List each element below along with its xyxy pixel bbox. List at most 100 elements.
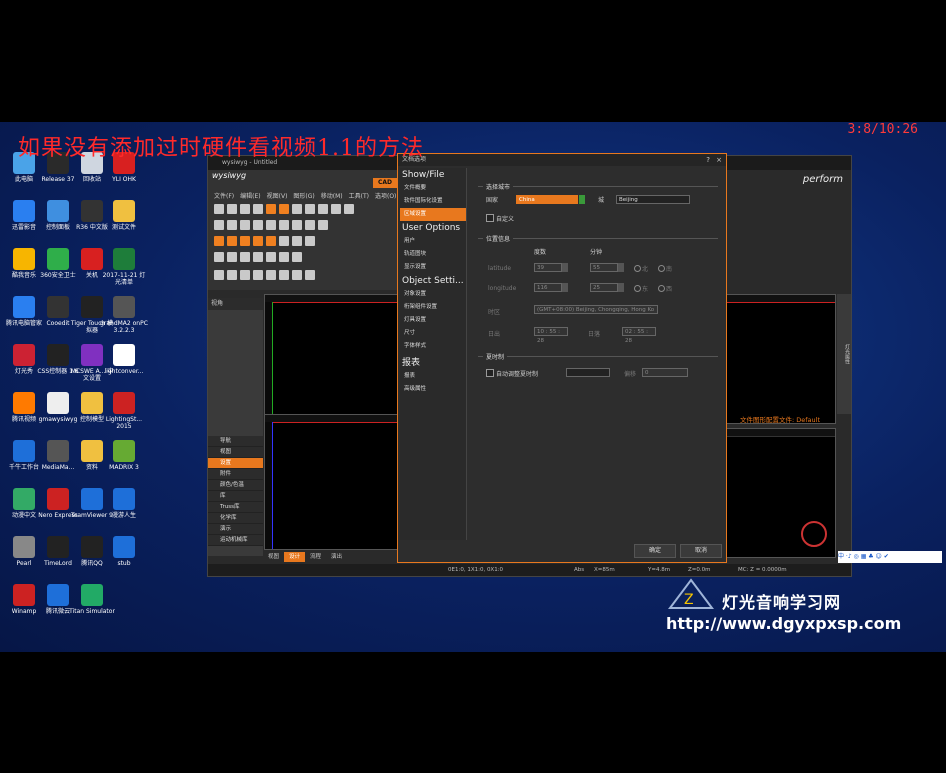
tree-item[interactable]: 高级属性	[400, 383, 466, 396]
view-icon[interactable]	[279, 236, 289, 246]
scale-icon[interactable]	[240, 220, 250, 230]
nav-item[interactable]: 视图	[208, 447, 263, 458]
tree-section[interactable]: User Options	[400, 221, 466, 235]
viewport-bottom-left[interactable]	[264, 414, 400, 550]
circle-icon[interactable]	[240, 270, 250, 280]
north-radio[interactable]	[634, 265, 641, 272]
zoom-icon[interactable]	[227, 252, 237, 262]
help-icon[interactable]: ?	[706, 154, 710, 166]
tree-item[interactable]: 桁架组件设置	[400, 301, 466, 314]
nav-item[interactable]: Truss库	[208, 502, 263, 513]
nav-item[interactable]: 运动机械库	[208, 535, 263, 546]
group-icon[interactable]	[279, 220, 289, 230]
menu-item[interactable]: 视图(V)	[267, 193, 288, 200]
desktop-shortcut[interactable]: Titan Simulator	[68, 584, 116, 615]
nav-item[interactable]: 导航	[208, 436, 263, 447]
tree-item[interactable]: 尺寸	[400, 327, 466, 340]
west-radio[interactable]	[658, 285, 665, 292]
bottom-tab[interactable]: 流程	[305, 552, 326, 562]
nav-item[interactable]: 颜色/色温	[208, 480, 263, 491]
south-radio[interactable]	[658, 265, 665, 272]
tree-section[interactable]: Object Setti...	[400, 274, 466, 288]
render-icon[interactable]	[292, 236, 302, 246]
nav-item[interactable]: 附件	[208, 469, 263, 480]
menu-item[interactable]: 选项(O)	[375, 193, 396, 200]
mirror-icon[interactable]	[253, 220, 263, 230]
tree-item[interactable]: 区域设置	[400, 208, 466, 221]
desktop-shortcut[interactable]: grandMA2 onPC 3.2.2.3	[100, 296, 148, 334]
truss-icon[interactable]	[279, 252, 289, 262]
rectangle-icon[interactable]	[253, 270, 263, 280]
erase-icon[interactable]	[305, 270, 315, 280]
longitude-minutes-input[interactable]: 25	[590, 283, 618, 292]
ok-button[interactable]: 确定	[634, 544, 676, 558]
cylinder-icon[interactable]	[240, 236, 250, 246]
dst-month-select[interactable]	[566, 368, 610, 377]
menu-item[interactable]: 工具(T)	[349, 193, 369, 200]
tree-item[interactable]: 用户	[400, 235, 466, 248]
text-icon[interactable]	[266, 270, 276, 280]
tree-item[interactable]: 灯具设置	[400, 314, 466, 327]
snap-icon[interactable]	[305, 220, 315, 230]
open-icon[interactable]	[266, 204, 276, 214]
layer-icon[interactable]	[292, 220, 302, 230]
right-strip[interactable]: 灯光属性	[837, 294, 851, 414]
country-dropdown-icon[interactable]	[579, 195, 585, 204]
desktop-shortcut[interactable]: 2017-11-21 灯光清单	[100, 248, 148, 286]
tree-item[interactable]: 显示设置	[400, 261, 466, 274]
input-method-tray[interactable]: 中 ·♪ ◎ ▦ ♣ ☺ ✔	[838, 551, 942, 563]
grid-icon[interactable]	[318, 220, 328, 230]
close-icon[interactable]: ×	[716, 154, 722, 166]
tree-item[interactable]: 报表	[400, 370, 466, 383]
desktop-shortcut[interactable]: stub	[100, 536, 148, 567]
box-icon[interactable]	[227, 236, 237, 246]
tree-item[interactable]: 软件国际化设置	[400, 195, 466, 208]
desktop-shortcut[interactable]: lightconver...	[100, 344, 148, 375]
tree-item[interactable]: 文件概要	[400, 182, 466, 195]
spinner-icon[interactable]	[562, 283, 568, 292]
auto-dst-checkbox[interactable]	[486, 369, 494, 377]
sphere-icon[interactable]	[253, 236, 263, 246]
timezone-select[interactable]: (GMT+08:00) Beijing, Chongqing, Hong Ko	[534, 305, 658, 314]
undo-icon[interactable]	[318, 204, 328, 214]
bottom-tab[interactable]: 视图	[263, 552, 284, 562]
latitude-degrees-input[interactable]: 39	[534, 263, 562, 272]
fit-icon[interactable]	[253, 252, 263, 262]
move-icon[interactable]	[214, 220, 224, 230]
cone-icon[interactable]	[266, 236, 276, 246]
spinner-icon[interactable]	[618, 283, 624, 292]
light-icon[interactable]	[266, 252, 276, 262]
menu-item[interactable]: 移动(M)	[321, 193, 343, 200]
open-folder-icon[interactable]	[227, 204, 237, 214]
orbit-icon[interactable]	[240, 252, 250, 262]
tree-item[interactable]: 字体样式	[400, 340, 466, 353]
cube-icon[interactable]	[214, 236, 224, 246]
cancel-button[interactable]: 取消	[680, 544, 722, 558]
nav-item[interactable]: 演示	[208, 524, 263, 535]
bottom-tab[interactable]: 演出	[326, 552, 347, 562]
desktop-shortcut[interactable]: 测试文件	[100, 200, 148, 231]
spinner-icon[interactable]	[618, 263, 624, 272]
longitude-degrees-input[interactable]: 116	[534, 283, 562, 292]
menu-item[interactable]: 图形(G)	[293, 193, 314, 200]
point-icon[interactable]	[214, 270, 224, 280]
desktop-shortcut[interactable]: LightingSt... 2015	[100, 392, 148, 430]
delete-icon[interactable]	[344, 204, 354, 214]
paste-icon[interactable]	[305, 204, 315, 214]
city-select[interactable]: Beijing	[616, 195, 690, 204]
tree-item[interactable]: 对象设置	[400, 288, 466, 301]
nav-item[interactable]: 设置	[208, 458, 263, 469]
country-select[interactable]: China	[516, 195, 578, 204]
latitude-minutes-input[interactable]: 55	[590, 263, 618, 272]
bottom-tab[interactable]: 设计	[284, 552, 306, 562]
tree-section[interactable]: 报表	[400, 353, 466, 370]
sunrise-input[interactable]: 10 : 55 : 28	[534, 327, 568, 344]
offset-input[interactable]: 0	[642, 368, 688, 377]
spinner-icon[interactable]	[562, 263, 568, 272]
desktop-shortcut[interactable]: MADRIX 3	[100, 440, 148, 471]
viewport-bottom-right[interactable]	[726, 428, 836, 558]
tree-item[interactable]: 轨道图块	[400, 248, 466, 261]
east-radio[interactable]	[634, 285, 641, 292]
viewport-top-left[interactable]	[264, 294, 400, 424]
save-icon[interactable]	[240, 204, 250, 214]
